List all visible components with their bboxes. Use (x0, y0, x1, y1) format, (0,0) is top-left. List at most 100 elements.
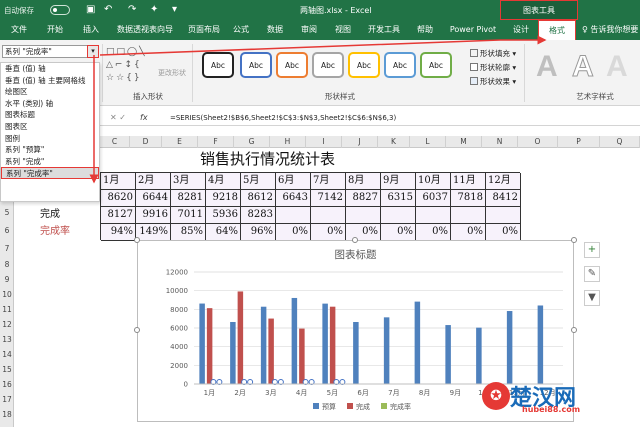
budget-cell[interactable]: 6315 (381, 190, 416, 207)
tab-help[interactable]: 帮助 (412, 20, 438, 40)
done-cell[interactable]: 5936 (206, 207, 241, 224)
dropdown-item-horizontal-axis[interactable]: 水平 (类别) 轴 (1, 98, 99, 110)
row-header[interactable]: 13 (0, 335, 14, 344)
resize-handle[interactable] (352, 237, 358, 243)
done-cell[interactable] (276, 207, 311, 224)
shape-style-4[interactable]: Abc (312, 52, 344, 78)
tab-power-pivot[interactable]: Power Pivot (446, 20, 500, 40)
tab-design[interactable]: 设计 (508, 20, 534, 40)
tab-insert[interactable]: 插入 (78, 20, 104, 40)
dropdown-item-series-budget[interactable]: 系列 "预算" (1, 144, 99, 156)
column-header[interactable]: Q (600, 136, 640, 148)
done-cell[interactable] (311, 207, 346, 224)
rate-cell[interactable]: 0% (381, 224, 416, 241)
budget-cell[interactable]: 8827 (346, 190, 381, 207)
row-header[interactable]: 8 (0, 260, 14, 269)
row-header[interactable]: 9 (0, 275, 14, 284)
dropdown-item-chart-area[interactable]: 图表区 (1, 121, 99, 133)
row-header[interactable]: 12 (0, 320, 14, 329)
dropdown-item-series-rate[interactable]: 系列 "完成率" (1, 167, 99, 179)
rate-cell[interactable]: 0% (416, 224, 451, 241)
cancel-enter-icons[interactable]: ✕ ✓ (110, 113, 126, 122)
wordart-style-3[interactable]: A (606, 50, 628, 84)
budget-cell[interactable]: 8412 (486, 190, 521, 207)
bird-icon[interactable]: ✦ (150, 3, 158, 17)
shape-style-3[interactable]: Abc (276, 52, 308, 78)
filter-icon[interactable]: ▼ (584, 290, 600, 306)
plus-icon[interactable]: + (584, 242, 600, 258)
column-header[interactable]: P (558, 136, 600, 148)
shape-style-1[interactable]: Abc (202, 52, 234, 78)
done-cell[interactable]: 8283 (241, 207, 276, 224)
rate-cell[interactable]: 149% (136, 224, 171, 241)
column-header[interactable]: M (446, 136, 482, 148)
tab-data[interactable]: 数据 (262, 20, 288, 40)
budget-cell[interactable]: 7818 (451, 190, 486, 207)
budget-cell[interactable]: 6644 (136, 190, 171, 207)
month-cell[interactable]: 2月 (136, 173, 171, 190)
budget-cell[interactable]: 6037 (416, 190, 451, 207)
month-cell[interactable]: 8月 (346, 173, 381, 190)
column-header[interactable]: F (198, 136, 234, 148)
rate-cell[interactable]: 0% (311, 224, 346, 241)
month-cell[interactable]: 9月 (381, 173, 416, 190)
undo-icon[interactable]: ↶ (104, 3, 112, 17)
column-header[interactable]: G (234, 136, 270, 148)
tab-view[interactable]: 视图 (330, 20, 356, 40)
shape-gallery[interactable]: □□◯╲ △⌐↕{☆☆{} (106, 46, 158, 84)
shape-outline-button[interactable]: 形状轮廓 ▾ (470, 62, 516, 73)
chevron-down-icon[interactable]: ▾ (87, 45, 99, 58)
row-header[interactable]: 16 (0, 380, 14, 389)
done-cell[interactable] (346, 207, 381, 224)
budget-cell[interactable]: 8281 (171, 190, 206, 207)
row-header[interactable]: 14 (0, 350, 14, 359)
done-cell[interactable]: 7011 (171, 207, 206, 224)
customize-toolbar-icon[interactable]: ▾ (172, 3, 177, 17)
column-header[interactable]: E (162, 136, 198, 148)
month-cell[interactable]: 3月 (171, 173, 206, 190)
dropdown-item-series-done[interactable]: 系列 "完成" (1, 156, 99, 168)
rate-cell[interactable]: 96% (241, 224, 276, 241)
wordart-style-2[interactable]: A (572, 50, 595, 84)
rate-cell[interactable]: 0% (451, 224, 486, 241)
save-icon[interactable]: ▣ (86, 3, 95, 17)
tab-home[interactable]: 开始 (42, 20, 68, 40)
tab-file[interactable]: 文件 (6, 20, 32, 40)
dropdown-item-chart-title[interactable]: 图表标题 (1, 109, 99, 121)
month-cell[interactable]: 12月 (486, 173, 521, 190)
row-header[interactable]: 10 (0, 290, 14, 299)
month-cell[interactable]: 1月 (101, 173, 136, 190)
month-cell[interactable]: 10月 (416, 173, 451, 190)
autosave-toggle[interactable] (50, 5, 70, 15)
tab-review[interactable]: 审阅 (296, 20, 322, 40)
shape-style-5[interactable]: Abc (348, 52, 380, 78)
month-cell[interactable]: 6月 (276, 173, 311, 190)
column-header[interactable]: L (410, 136, 446, 148)
budget-cell[interactable]: 6643 (276, 190, 311, 207)
row-header[interactable]: 5 (0, 208, 14, 217)
shape-effects-button[interactable]: 形状效果 ▾ (470, 76, 516, 87)
row-header[interactable]: 17 (0, 395, 14, 404)
row-header[interactable]: 18 (0, 410, 14, 419)
budget-cell[interactable]: 8620 (101, 190, 136, 207)
tab-formulas[interactable]: 公式 (228, 20, 254, 40)
done-cell[interactable] (451, 207, 486, 224)
column-header[interactable]: D (130, 136, 162, 148)
done-cell[interactable] (486, 207, 521, 224)
chart-element-selector[interactable]: 系列 "完成率" (2, 45, 94, 58)
month-cell[interactable]: 4月 (206, 173, 241, 190)
tab-page-layout[interactable]: 页面布局 (184, 20, 224, 40)
tab-pivot-wizard[interactable]: 数据透视表向导 (110, 20, 180, 40)
dropdown-item-plot-area[interactable]: 绘图区 (1, 86, 99, 98)
row-header[interactable]: 7 (0, 244, 14, 253)
resize-handle[interactable] (134, 237, 140, 243)
rate-cell[interactable]: 94% (101, 224, 136, 241)
resize-handle[interactable] (134, 327, 140, 333)
month-cell[interactable]: 5月 (241, 173, 276, 190)
column-header[interactable]: K (378, 136, 410, 148)
column-header[interactable]: J (342, 136, 378, 148)
done-cell[interactable]: 8127 (101, 207, 136, 224)
resize-handle[interactable] (571, 327, 577, 333)
column-header[interactable]: C (100, 136, 130, 148)
wordart-style-1[interactable]: A (536, 50, 558, 84)
